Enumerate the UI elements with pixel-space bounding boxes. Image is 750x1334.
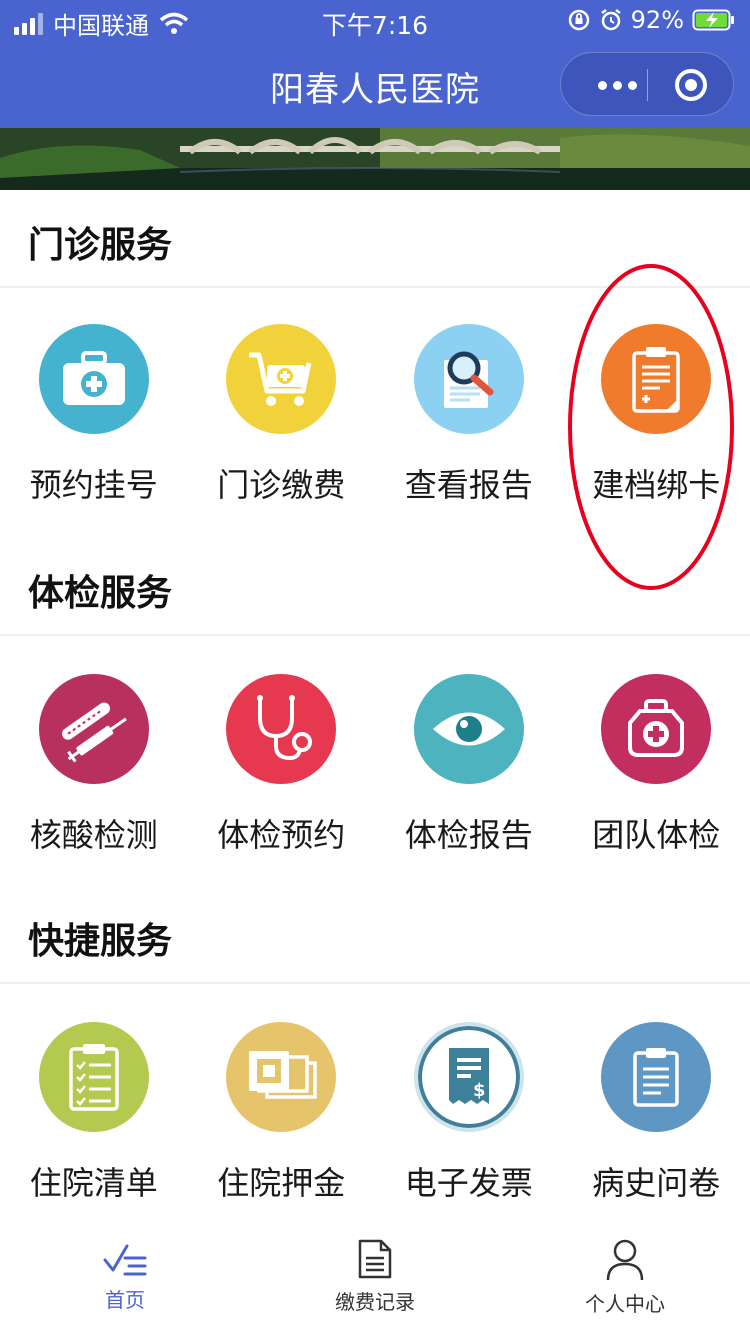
receipt-icon: $ xyxy=(413,1022,524,1132)
tile-label: 体检报告 xyxy=(404,816,533,854)
medical-kit-icon xyxy=(38,324,149,434)
section-divider xyxy=(0,286,750,288)
tile-label: 核酸检测 xyxy=(29,816,158,854)
tile-file-bind-card[interactable]: 建档绑卡 xyxy=(563,324,750,506)
cash-icon xyxy=(226,1022,337,1132)
home-icon xyxy=(103,1244,147,1276)
user-icon xyxy=(606,1239,644,1281)
tile-label: 预约挂号 xyxy=(29,466,158,504)
tile-label: 团队体检 xyxy=(592,816,721,854)
tab-personal-center[interactable]: 个人中心 xyxy=(500,1224,750,1334)
section-title-outpatient: 门诊服务 xyxy=(28,225,173,266)
tab-home[interactable]: 首页 xyxy=(0,1224,250,1334)
tile-label: 查看报告 xyxy=(404,466,533,504)
bridge-landscape-image xyxy=(0,128,750,190)
report-search-icon xyxy=(413,324,524,434)
more-dot xyxy=(627,80,637,90)
section-title-checkup: 体检服务 xyxy=(28,573,173,614)
tile-label: 建档绑卡 xyxy=(592,466,721,504)
document-icon xyxy=(358,1239,392,1279)
section-title-quick: 快捷服务 xyxy=(28,921,173,962)
first-aid-bag-icon xyxy=(601,674,712,784)
tab-label: 缴费记录 xyxy=(335,1290,415,1314)
tab-payment-records[interactable]: 缴费记录 xyxy=(250,1224,500,1334)
section-divider xyxy=(0,634,750,636)
tile-nucleic-acid-test[interactable]: 核酸检测 xyxy=(0,674,188,856)
tab-label: 个人中心 xyxy=(585,1292,665,1316)
eye-icon xyxy=(413,674,524,784)
section-divider xyxy=(0,982,750,984)
nav-bar: 阳春人民医院 xyxy=(0,42,750,128)
tile-inpatient-deposit[interactable]: 住院押金 xyxy=(188,1022,376,1204)
tile-checkup-report[interactable]: 体检报告 xyxy=(375,674,563,856)
status-bar: 中国联通 下午7:16 92% xyxy=(0,0,750,42)
hero-banner[interactable] xyxy=(0,128,750,190)
tile-appointment-registration[interactable]: 预约挂号 xyxy=(0,324,188,506)
tile-label: 门诊缴费 xyxy=(217,466,346,504)
bottom-tab-bar: 首页 缴费记录 个人中心 xyxy=(0,1224,750,1334)
tile-label: 体检预约 xyxy=(217,816,346,854)
tile-medical-history-questionnaire[interactable]: 病史问卷 xyxy=(563,1022,750,1204)
tile-group-checkup[interactable]: 团队体检 xyxy=(563,674,750,856)
tile-checkup-appointment[interactable]: 体检预约 xyxy=(188,674,376,856)
orientation-lock-icon xyxy=(568,9,589,31)
more-menu-button[interactable] xyxy=(587,71,647,99)
syringe-icon xyxy=(38,674,149,784)
clipboard-icon xyxy=(601,324,712,434)
stethoscope-icon xyxy=(226,674,337,784)
more-dot xyxy=(612,80,622,90)
questionnaire-icon xyxy=(601,1022,712,1132)
tile-view-report[interactable]: 查看报告 xyxy=(375,324,563,506)
battery-percent: 92% xyxy=(630,6,684,34)
tile-label: 住院押金 xyxy=(217,1164,346,1202)
checkup-grid: 核酸检测 体检预约 体检报告 团队体检 xyxy=(0,674,750,856)
tile-label: 电子发票 xyxy=(404,1164,533,1202)
tile-inpatient-list[interactable]: 住院清单 xyxy=(0,1022,188,1204)
tile-e-invoice[interactable]: $ 电子发票 xyxy=(375,1022,563,1204)
close-target-icon[interactable] xyxy=(673,67,709,103)
checklist-icon xyxy=(38,1022,149,1132)
battery-charging-icon xyxy=(692,9,734,31)
svg-text:$: $ xyxy=(473,1080,486,1101)
outpatient-grid: 预约挂号 门诊缴费 查看报告 建档绑卡 xyxy=(0,324,750,506)
mini-program-capsule xyxy=(560,52,734,116)
tile-outpatient-payment[interactable]: 门诊缴费 xyxy=(188,324,376,506)
quick-grid: 住院清单 住院押金 $ 电子发票 病史问卷 xyxy=(0,1022,750,1204)
cart-icon xyxy=(226,324,337,434)
tab-label: 首页 xyxy=(105,1288,145,1312)
alarm-icon xyxy=(600,9,621,31)
more-dots-icon xyxy=(597,80,607,90)
tile-label: 病史问卷 xyxy=(592,1164,721,1202)
capsule-divider xyxy=(647,69,648,101)
tile-label: 住院清单 xyxy=(29,1164,158,1202)
